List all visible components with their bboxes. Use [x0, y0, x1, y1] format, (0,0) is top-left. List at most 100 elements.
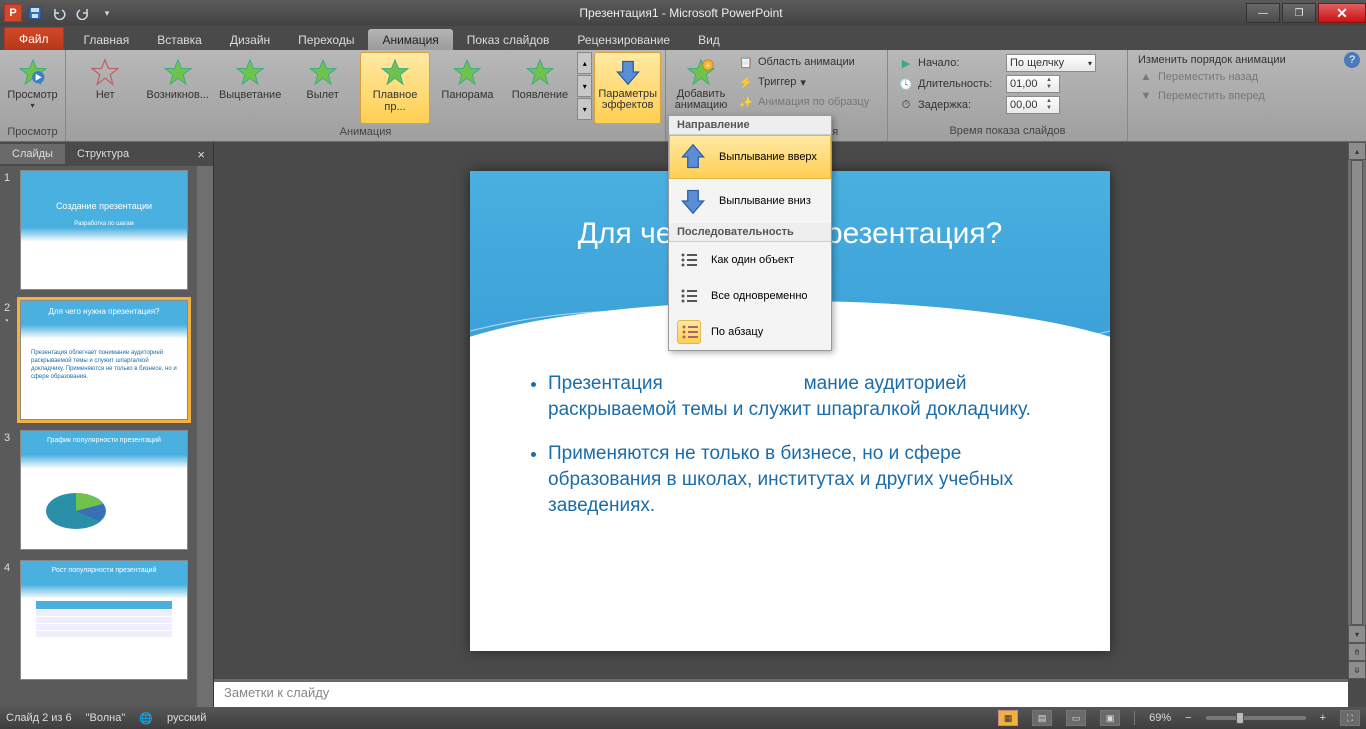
preview-button[interactable]: Просмотр ▾ — [4, 52, 61, 124]
help-button[interactable]: ? — [1344, 52, 1360, 68]
menu-all-at-once-label: Все одновременно — [711, 290, 808, 302]
qat-customize[interactable]: ▾ — [96, 3, 118, 23]
tab-review[interactable]: Рецензирование — [563, 29, 684, 50]
arrow-down-icon: ▼ — [1138, 88, 1154, 104]
add-animation-button[interactable]: + Добавить анимацию — [670, 52, 732, 124]
anim-fade[interactable]: Выцветание — [215, 52, 285, 124]
status-language[interactable]: русский — [167, 712, 206, 724]
save-button[interactable] — [24, 3, 46, 23]
move-later-label: Переместить вперед — [1158, 90, 1265, 102]
tab-slideshow[interactable]: Показ слайдов — [453, 29, 564, 50]
menu-float-down-label: Выплывание вниз — [719, 195, 811, 207]
menu-section-sequence: Последовательность — [669, 223, 831, 242]
tab-animations[interactable]: Анимация — [368, 29, 452, 50]
group-timing-label: Время показа слайдов — [888, 125, 1127, 141]
arrow-up-icon — [677, 141, 709, 173]
move-later-button[interactable]: ▼ Переместить вперед — [1138, 88, 1286, 104]
reorder-title-label: Изменить порядок анимации — [1138, 54, 1286, 66]
menu-float-up[interactable]: Выплывание вверх — [669, 135, 831, 179]
animation-pane-button[interactable]: 📋Область анимации — [738, 54, 869, 70]
slides-panel: Слайды Структура × 1 Создание презентаци… — [0, 142, 214, 707]
animation-indicator-icon: ⋆ — [4, 315, 10, 325]
anim-none[interactable]: Нет — [70, 52, 140, 124]
start-field: ▶ Начало: По щелчку▾ — [898, 54, 1096, 72]
duration-input[interactable]: 01,00▲▼ — [1006, 75, 1060, 93]
redo-button[interactable] — [72, 3, 94, 23]
animation-painter-button[interactable]: ✨Анимация по образцу — [738, 94, 869, 110]
panel-tab-slides[interactable]: Слайды — [0, 144, 65, 164]
group-reorder-label — [1128, 125, 1366, 141]
painter-icon: ✨ — [738, 94, 754, 110]
animation-pane-label: Область анимации — [758, 56, 855, 68]
star-icon — [308, 57, 338, 87]
minimize-button[interactable]: — — [1246, 3, 1280, 23]
thumb-title: Для чего нужна презентация? — [21, 307, 187, 316]
effect-options-button[interactable]: Параметры эффектов — [594, 52, 661, 124]
undo-button[interactable] — [48, 3, 70, 23]
reorder-title: Изменить порядок анимации — [1138, 54, 1286, 66]
tab-transitions[interactable]: Переходы — [284, 29, 368, 50]
panel-close-button[interactable]: × — [189, 147, 213, 162]
panel-tabs: Слайды Структура × — [0, 142, 213, 166]
menu-float-down[interactable]: Выплывание вниз — [669, 179, 831, 223]
effect-options-label: Параметры эффектов — [595, 89, 660, 111]
slide-thumbnail-2[interactable]: Для чего нужна презентация? Презентация … — [20, 300, 188, 420]
slide-thumbnail-1[interactable]: Создание презентации Разработка по шагам — [20, 170, 188, 290]
list-para-icon — [677, 320, 701, 344]
maximize-button[interactable]: ❐ — [1282, 3, 1316, 23]
thumb-body: Презентация облегчает понимание аудитори… — [31, 349, 177, 381]
close-button[interactable]: ✕ — [1318, 3, 1366, 23]
fit-to-window-button[interactable]: ⛶ — [1340, 710, 1360, 726]
app-icon[interactable]: P — [4, 4, 22, 22]
tab-insert[interactable]: Вставка — [143, 29, 216, 50]
thumbnails-scrollbar[interactable] — [197, 166, 213, 707]
delay-icon: ⏱ — [898, 97, 914, 113]
anim-gallery-more[interactable]: ▴ ▾ ▾ — [577, 52, 592, 120]
menu-as-one[interactable]: Как один объект — [669, 242, 831, 278]
zoom-out-button[interactable]: − — [1185, 712, 1191, 724]
anim-appear[interactable]: Возникнов... — [142, 52, 212, 124]
anim-fade-label: Выцветание — [219, 89, 281, 101]
slide-thumbnail-3[interactable]: График популярности презентаций — [20, 430, 188, 550]
slide-thumbnail-4[interactable]: Рост популярности презентаций — [20, 560, 188, 680]
slide-body[interactable]: Презентация облегчает понимание аудитори… — [530, 371, 1060, 537]
group-animation: Нет Возникнов... Выцветание Вылет Плавно… — [66, 50, 666, 141]
zoom-level[interactable]: 69% — [1149, 712, 1171, 724]
thumb-number: 1 — [4, 170, 20, 290]
star-none-icon — [90, 57, 120, 87]
tab-view[interactable]: Вид — [684, 29, 734, 50]
tab-home[interactable]: Главная — [70, 29, 144, 50]
tab-file[interactable]: Файл — [4, 27, 64, 50]
thumb-sub: Разработка по шагам — [21, 221, 187, 227]
anim-flyin[interactable]: Вылет — [287, 52, 357, 124]
view-normal-button[interactable]: ▦ — [998, 710, 1018, 726]
slide-title-part2: резентация? — [826, 217, 1002, 250]
start-label: Начало: — [918, 57, 1002, 69]
view-reading-button[interactable]: ▭ — [1066, 710, 1086, 726]
trigger-button[interactable]: ⚡Триггер ▾ — [738, 74, 869, 90]
anim-split[interactable]: Панорама — [432, 52, 502, 124]
vertical-scrollbar[interactable]: ▴ ▾ ⤊ ⤋ — [1348, 142, 1366, 679]
view-slideshow-button[interactable]: ▣ — [1100, 710, 1120, 726]
menu-all-at-once[interactable]: Все одновременно — [669, 278, 831, 314]
duration-value: 01,00 — [1010, 78, 1038, 90]
anim-floatin[interactable]: Плавное пр... — [360, 52, 430, 124]
effect-options-menu: Направление Выплывание вверх Выплывание … — [668, 115, 832, 351]
menu-by-paragraph[interactable]: По абзацу — [669, 314, 831, 350]
thumb-row: 2⋆ Для чего нужна презентация? Презентац… — [4, 300, 211, 420]
zoom-in-button[interactable]: + — [1320, 712, 1326, 724]
delay-input[interactable]: 00,00▲▼ — [1006, 96, 1060, 114]
panel-tab-outline[interactable]: Структура — [65, 144, 141, 164]
start-dropdown[interactable]: По щелчку▾ — [1006, 54, 1096, 72]
bullet-2: Применяются не только в бизнесе, но и сф… — [548, 441, 1060, 519]
anim-wipe[interactable]: Появление — [505, 52, 575, 124]
zoom-slider[interactable] — [1206, 716, 1306, 720]
notes-pane[interactable]: Заметки к слайду — [214, 679, 1348, 707]
tab-design[interactable]: Дизайн — [216, 29, 284, 50]
view-sorter-button[interactable]: ▤ — [1032, 710, 1052, 726]
move-earlier-button[interactable]: ▲Переместить назад — [1138, 69, 1286, 85]
trigger-label: Триггер — [758, 76, 796, 88]
delay-value: 00,00 — [1010, 99, 1038, 111]
start-value: По щелчку — [1010, 57, 1064, 69]
group-reorder: Изменить порядок анимации ▲Переместить н… — [1128, 50, 1366, 141]
